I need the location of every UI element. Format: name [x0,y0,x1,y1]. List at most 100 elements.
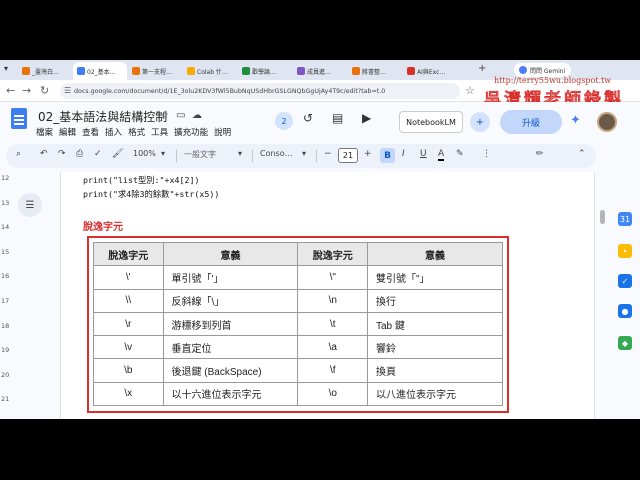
meaning-cell: 以八進位表示字元 [367,381,503,407]
docs-logo-icon[interactable] [11,108,27,129]
tab-favicon-icon [242,67,250,75]
browser-tab[interactable]: AI與Exc… [403,62,457,80]
menu-item[interactable]: 工具 [151,126,168,138]
keep-icon[interactable]: • [618,244,632,258]
user-avatar[interactable] [597,112,617,132]
search-menus-icon[interactable]: ⌕ [16,149,21,159]
menu-item[interactable]: 格式 [128,126,145,138]
menu-item[interactable]: 編輯 [59,126,76,138]
meet-icon[interactable]: ▶ [362,111,371,125]
browser-tab[interactable]: 將書整… [348,62,402,80]
share-person-icon[interactable]: + [470,112,490,132]
meaning-cell: 換頁 [367,358,503,383]
zoom-select[interactable]: 100% [133,149,156,158]
tab-label: 歡學論… [252,68,277,76]
letterbox-top [0,0,640,60]
browser-tab[interactable]: 歡學論… [238,62,292,80]
increase-font-size-icon[interactable]: + [364,149,372,159]
tab-label: Colab 什… [197,68,228,76]
url-bar[interactable]: ☰ docs.google.com/document/d/1E_3olu2KDV… [60,83,460,99]
redo-icon[interactable]: ↷ [58,149,66,159]
escape-char-cell: \o [297,381,368,407]
back-icon[interactable]: ← [6,84,15,97]
meaning-cell: 游標移到列首 [162,311,299,337]
document-title[interactable]: 02_基本語法與結構控制 [38,108,167,125]
browser-tab[interactable]: 02_基本… [73,62,127,80]
site-info-icon[interactable]: ☰ [64,86,71,95]
gemini-star-icon[interactable]: ✦ [570,113,581,128]
menu-item[interactable]: 檔案 [36,126,53,138]
spellcheck-icon[interactable]: ✓ [94,149,102,159]
editing-mode-icon[interactable]: ✏ [536,149,544,159]
document-page[interactable]: print("list型別:"+x4[2]) print("求4除3的餘數"+s… [60,172,595,419]
escape-char-cell: \v [93,335,164,360]
ruler-number: 14 [1,223,10,232]
section-title: 脫逸字元 [83,222,123,233]
more-options-icon[interactable]: ⋮ [482,149,491,159]
italic-button[interactable]: I [402,149,405,159]
new-tab-button[interactable]: + [478,63,486,74]
cloud-status-icon[interactable]: ☁ [192,110,202,121]
star-icon[interactable]: ☆ [160,110,169,121]
collaborator-count-badge[interactable]: 2 [275,112,293,130]
tab-label: 第一支程… [142,68,173,76]
comments-icon[interactable]: ▤ [332,111,343,125]
escape-char-cell: \' [93,265,164,290]
escape-char-cell: \\ [93,288,164,313]
contacts-icon[interactable]: ● [618,304,632,318]
font-select[interactable]: Conso… [260,149,293,158]
maps-icon[interactable]: ◆ [618,336,632,350]
vertical-scrollbar[interactable] [600,210,605,224]
chevron-down-icon: ▾ [238,149,243,158]
history-icon[interactable]: ↺ [303,111,313,125]
forward-icon[interactable]: → [22,84,31,97]
escape-char-cell: \n [297,288,368,313]
meaning-cell: 換行 [367,288,503,313]
meaning-cell: 雙引號「"」 [367,265,503,290]
side-panel: 31 • ✓ ● ◆ [612,144,640,419]
bold-button[interactable]: B [380,148,395,163]
decrease-font-size-icon[interactable]: − [324,149,332,159]
ruler-number: 18 [1,321,10,330]
upgrade-button[interactable]: 升級 [500,110,562,134]
paint-format-icon[interactable]: 🖌 [112,149,123,159]
tab-favicon-icon [187,67,195,75]
meaning-cell: 垂直定位 [162,335,299,360]
browser-tab[interactable]: Colab 什… [183,62,237,80]
move-folder-icon[interactable]: ▭ [176,110,185,121]
tab-label: 將書整… [362,68,387,76]
menu-item[interactable]: 插入 [105,126,122,138]
browser-tab[interactable]: 第一支程… [128,62,182,80]
text-color-button[interactable]: A [438,149,445,161]
document-outline-icon[interactable]: ☰ [18,193,42,217]
ruler-number: 16 [1,272,10,281]
undo-icon[interactable]: ↶ [40,149,48,159]
table-row: \' 單引號「'」 \" 雙引號「"」 [93,265,503,290]
browser-tab[interactable]: _臺灣白… [18,62,72,80]
table-row: \x 以十六進位表示字元 \o 以八進位表示字元 [93,381,503,407]
menu-item[interactable]: 擴充功能 [174,126,208,138]
ruler-number: 21 [1,395,10,404]
notebooklm-button[interactable]: NotebookLM [399,111,463,133]
collapse-toolbar-icon[interactable]: ⌃ [578,149,586,159]
reload-icon[interactable]: ↻ [40,84,49,97]
chevron-down-icon: ▾ [161,149,166,158]
browser-tab[interactable]: 成員進… [293,62,347,80]
highlight-icon[interactable]: ✎ [456,149,464,159]
table-row: \b 後退鍵 (BackSpace) \f 換頁 [93,358,503,383]
menu-item[interactable]: 說明 [214,126,231,138]
underline-button[interactable]: U [420,149,427,159]
tab-list-icon[interactable]: ▾ [4,64,8,73]
menu-item[interactable]: 查看 [82,126,99,138]
meaning-cell: 以十六進位表示字元 [162,381,299,407]
tasks-icon[interactable]: ✓ [618,274,632,288]
gemini-button[interactable]: 問問 Gemini [514,63,572,77]
escape-char-cell: \x [93,381,164,407]
paragraph-style-select[interactable]: 一般文字 [184,149,216,160]
bookmark-star-icon[interactable]: ☆ [465,84,475,97]
calendar-icon[interactable]: 31 [618,212,632,226]
table-row: \r 游標移到列首 \t Tab 鍵 [93,311,503,337]
meaning-cell: 單引號「'」 [162,265,299,290]
font-size-input[interactable]: 21 [338,148,358,163]
print-icon[interactable]: ⎙ [76,149,83,159]
